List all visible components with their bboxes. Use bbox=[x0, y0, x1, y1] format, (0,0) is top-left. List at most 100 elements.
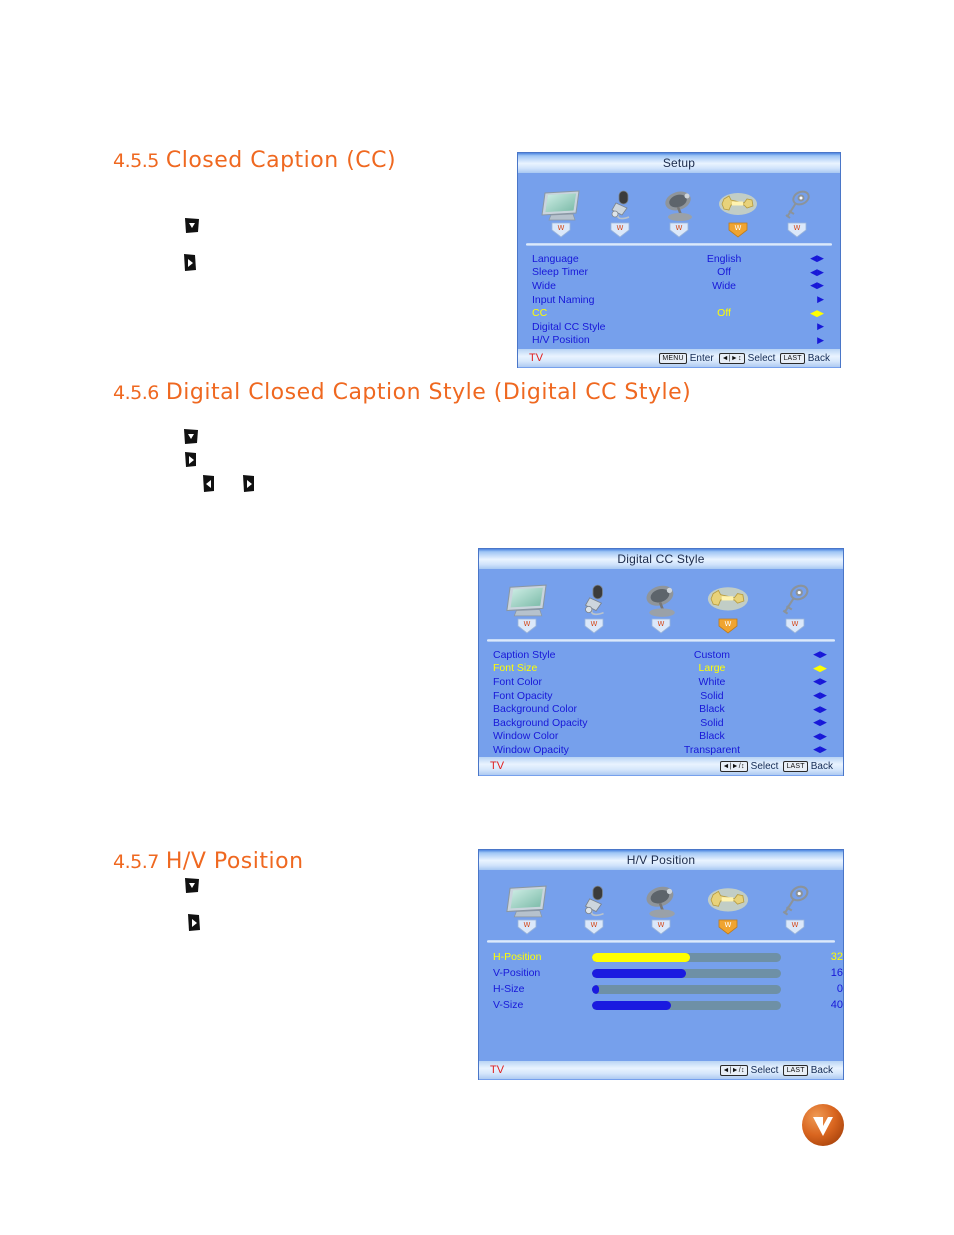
parental-key-icon[interactable] bbox=[768, 189, 826, 223]
picture-monitor-icon[interactable] bbox=[498, 884, 556, 920]
tab-marker-picture[interactable]: W bbox=[498, 618, 556, 639]
menu-row-label: Font Opacity bbox=[493, 689, 553, 702]
tab-marker-tuner[interactable]: W bbox=[650, 222, 708, 243]
slider-row[interactable]: V-Position 16 bbox=[479, 965, 843, 981]
source-label: TV bbox=[490, 760, 505, 772]
submenu-right-icon[interactable]: ▶ bbox=[788, 294, 840, 305]
dpad-keycap: ◄|►/↕ bbox=[719, 760, 748, 772]
audio-microphone-icon[interactable] bbox=[565, 583, 623, 619]
menu-row-value: Transparent bbox=[683, 743, 741, 756]
parental-key-icon[interactable] bbox=[766, 884, 824, 920]
icon-tab-row bbox=[518, 173, 840, 223]
adjust-leftright-icon[interactable]: ◀▶ bbox=[788, 308, 840, 319]
hint-action: Select bbox=[750, 760, 779, 772]
menu-row[interactable]: Input Naming ▶ bbox=[518, 293, 840, 307]
setup-wrench-icon[interactable] bbox=[699, 884, 757, 920]
v-position-slider[interactable] bbox=[591, 968, 781, 978]
slider-label: V-Position bbox=[493, 967, 541, 979]
tab-marker-setup-active[interactable]: W bbox=[709, 222, 767, 243]
adjust-leftright-icon[interactable]: ◀▶ bbox=[785, 717, 843, 728]
menu-row-value: White bbox=[698, 675, 726, 688]
svg-text:W: W bbox=[658, 620, 665, 628]
menu-row-label: Sleep Timer bbox=[532, 266, 589, 279]
tab-marker-picture[interactable]: W bbox=[532, 222, 590, 243]
menu-row[interactable]: Background Color Black ◀▶ bbox=[479, 702, 843, 716]
menu-row-label: Font Color bbox=[493, 675, 543, 688]
setup-wrench-icon[interactable] bbox=[709, 189, 767, 223]
v-size-slider[interactable] bbox=[591, 1000, 781, 1010]
adjust-leftright-icon[interactable]: ◀▶ bbox=[785, 676, 843, 687]
picture-monitor-icon[interactable] bbox=[532, 189, 590, 223]
setup-wrench-icon[interactable] bbox=[699, 583, 757, 619]
menu-row[interactable]: Caption Style Custom ◀▶ bbox=[479, 648, 843, 662]
menu-row-label: Input Naming bbox=[532, 293, 595, 306]
tab-marker-row: W W W W W bbox=[518, 222, 840, 243]
hint-back: LAST Back bbox=[783, 1064, 833, 1076]
tab-marker-picture[interactable]: W bbox=[498, 919, 556, 940]
menu-row-label: Window Color bbox=[493, 730, 559, 743]
adjust-leftright-icon[interactable]: ◀▶ bbox=[788, 267, 840, 278]
tab-marker-parental[interactable]: W bbox=[768, 222, 826, 243]
adjust-leftright-icon[interactable]: ◀▶ bbox=[785, 663, 843, 674]
osd-footer: TV ◄|►/↕ Select LAST Back bbox=[479, 757, 843, 775]
picture-monitor-icon[interactable] bbox=[498, 583, 556, 619]
menu-row[interactable]: Window Color Black ◀▶ bbox=[479, 730, 843, 744]
adjust-leftright-icon[interactable]: ◀▶ bbox=[785, 690, 843, 701]
audio-microphone-icon[interactable] bbox=[591, 189, 649, 223]
tab-marker-audio[interactable]: W bbox=[565, 618, 623, 639]
tab-marker-setup-active[interactable]: W bbox=[699, 919, 757, 940]
audio-microphone-icon[interactable] bbox=[565, 884, 623, 920]
menu-row[interactable]: Font Opacity Solid ◀▶ bbox=[479, 689, 843, 703]
icon-tab-row bbox=[479, 870, 843, 920]
menu-row-selected[interactable]: Font Size Large ◀▶ bbox=[479, 662, 843, 676]
hint-action: Select bbox=[747, 352, 776, 364]
menu-row[interactable]: Background Opacity Solid ◀▶ bbox=[479, 716, 843, 730]
parental-key-icon[interactable] bbox=[766, 583, 824, 619]
tuner-satellite-dish-icon[interactable] bbox=[632, 583, 690, 619]
slider-row-selected[interactable]: H-Position 32 bbox=[479, 949, 843, 965]
menu-row[interactable]: Window Opacity Transparent ◀▶ bbox=[479, 743, 843, 757]
menu-row-label: H/V Position bbox=[532, 334, 590, 347]
tab-marker-tuner[interactable]: W bbox=[632, 618, 690, 639]
menu-row-label: Wide bbox=[532, 279, 556, 292]
section-heading-455: 4.5.5 Closed Caption (CC) bbox=[113, 148, 396, 173]
tab-marker-parental[interactable]: W bbox=[766, 919, 824, 940]
adjust-leftright-icon[interactable]: ◀▶ bbox=[785, 744, 843, 755]
tab-marker-audio[interactable]: W bbox=[565, 919, 623, 940]
osd-footer: TV MENU Enter ◄|►↕ Select LAST Back bbox=[518, 349, 840, 367]
tab-marker-audio[interactable]: W bbox=[591, 222, 649, 243]
dpad-keycap: ◄|►/↕ bbox=[719, 1064, 748, 1076]
menu-row[interactable]: H/V Position ▶ bbox=[518, 334, 840, 348]
adjust-leftright-icon[interactable]: ◀▶ bbox=[785, 704, 843, 715]
adjust-leftright-icon[interactable]: ◀▶ bbox=[788, 253, 840, 264]
menu-row[interactable]: Language English ◀▶ bbox=[518, 252, 840, 266]
section-number: 4.5.5 bbox=[113, 150, 159, 172]
tab-marker-setup-active[interactable]: W bbox=[699, 618, 757, 639]
menu-row[interactable]: Font Color White ◀▶ bbox=[479, 675, 843, 689]
h-position-slider[interactable] bbox=[591, 952, 781, 962]
slider-row[interactable]: V-Size 40 bbox=[479, 997, 843, 1013]
menu-row-value: Off bbox=[717, 307, 731, 320]
svg-text:W: W bbox=[792, 620, 799, 628]
menu-row[interactable]: Digital CC Style ▶ bbox=[518, 320, 840, 334]
submenu-right-icon[interactable]: ▶ bbox=[788, 321, 840, 332]
menu-row-selected[interactable]: CC Off ◀▶ bbox=[518, 306, 840, 320]
tab-marker-tuner[interactable]: W bbox=[632, 919, 690, 940]
adjust-leftright-icon[interactable]: ◀▶ bbox=[788, 280, 840, 291]
slider-label: V-Size bbox=[493, 999, 524, 1011]
adjust-leftright-icon[interactable]: ◀▶ bbox=[785, 731, 843, 742]
submenu-right-icon[interactable]: ▶ bbox=[788, 335, 840, 346]
tab-marker-parental[interactable]: W bbox=[766, 618, 824, 639]
tuner-satellite-dish-icon[interactable] bbox=[650, 189, 708, 223]
hint-enter: MENU Enter bbox=[659, 352, 714, 364]
menu-row[interactable]: Wide Wide ◀▶ bbox=[518, 279, 840, 293]
menu-row[interactable]: Sleep Timer Off ◀▶ bbox=[518, 266, 840, 280]
menu-row-label: Background Color bbox=[493, 703, 578, 716]
h-size-slider[interactable] bbox=[591, 984, 781, 994]
svg-text:W: W bbox=[676, 224, 683, 232]
adjust-leftright-icon[interactable]: ◀▶ bbox=[785, 649, 843, 660]
tuner-satellite-dish-icon[interactable] bbox=[632, 884, 690, 920]
menu-keycap: MENU bbox=[659, 352, 687, 364]
menu-row-value: Black bbox=[699, 703, 725, 716]
slider-row[interactable]: H-Size 0 bbox=[479, 981, 843, 997]
